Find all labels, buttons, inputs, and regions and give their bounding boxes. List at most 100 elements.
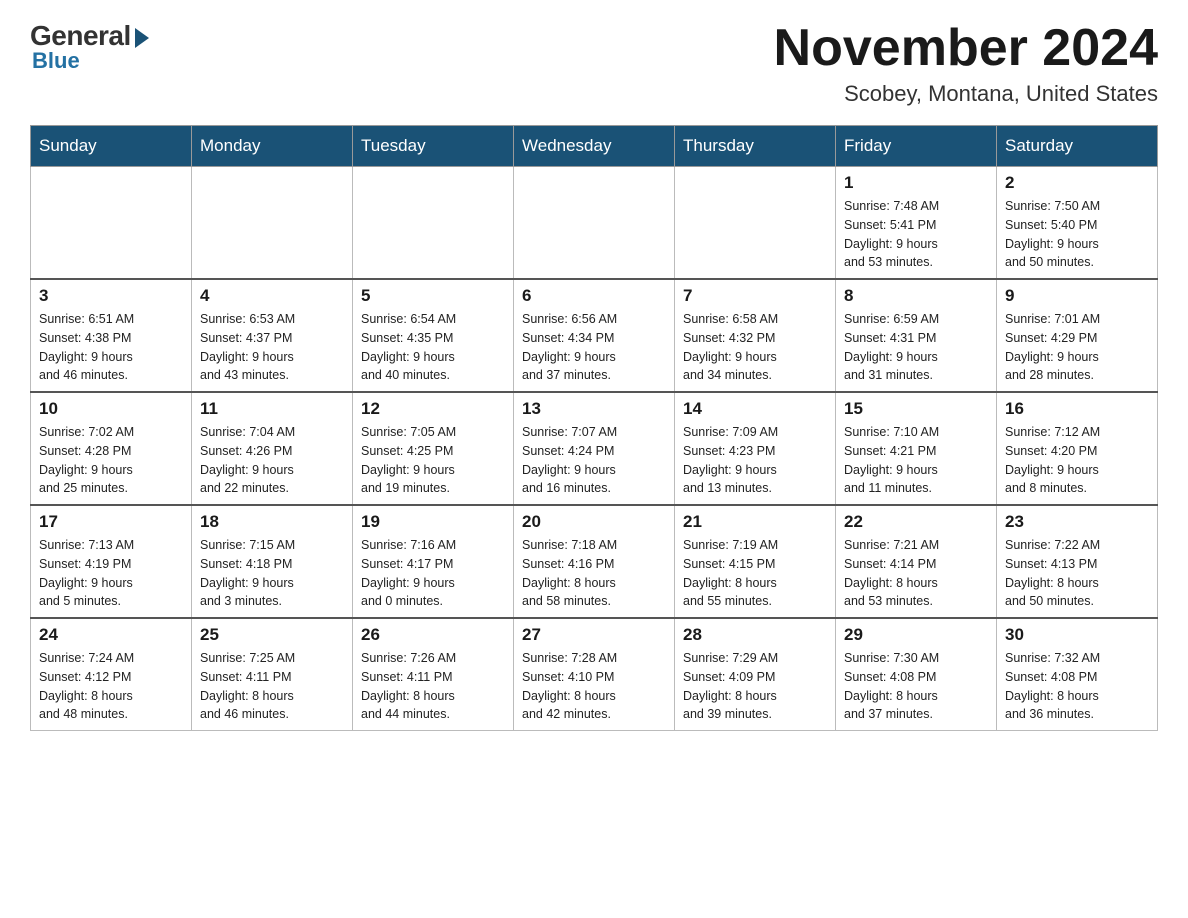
weekday-header: Thursday: [675, 126, 836, 167]
calendar-cell: 25 Sunrise: 7:25 AM Sunset: 4:11 PM Dayli…: [192, 618, 353, 731]
day-number: 16: [1005, 399, 1149, 419]
day-number: 19: [361, 512, 505, 532]
calendar-cell: 21Sunrise: 7:19 AM Sunset: 4:15 PM Dayli…: [675, 505, 836, 618]
day-info: Sunrise: 7:48 AM Sunset: 5:41 PM Dayligh…: [844, 197, 988, 272]
calendar-cell: 19Sunrise: 7:16 AM Sunset: 4:17 PM Dayli…: [353, 505, 514, 618]
day-number: 26: [361, 625, 505, 645]
day-number: 11: [200, 399, 344, 419]
day-number: 22: [844, 512, 988, 532]
calendar-cell: 17 Sunrise: 7:13 AM Sunset: 4:19 PM Dayli…: [31, 505, 192, 618]
day-number: 28: [683, 625, 827, 645]
day-number: 1: [844, 173, 988, 193]
calendar-cell: 6 Sunrise: 6:56 AM Sunset: 4:34 PM Daylig…: [514, 279, 675, 392]
day-info: Sunrise: 6:56 AM Sunset: 4:34 PM Dayligh…: [522, 310, 666, 385]
day-info: Sunrise: 7:09 AM Sunset: 4:23 PM Dayligh…: [683, 423, 827, 498]
day-number: 24: [39, 625, 183, 645]
day-info: Sunrise: 6:53 AM Sunset: 4:37 PM Dayligh…: [200, 310, 344, 385]
calendar-cell: 9Sunrise: 7:01 AM Sunset: 4:29 PM Daylig…: [997, 279, 1158, 392]
day-info: Sunrise: 7:32 AM Sunset: 4:08 PM Dayligh…: [1005, 649, 1149, 724]
calendar-cell: 20 Sunrise: 7:18 AM Sunset: 4:16 PM Dayli…: [514, 505, 675, 618]
day-info: Sunrise: 7:29 AM Sunset: 4:09 PM Dayligh…: [683, 649, 827, 724]
calendar-cell: 26Sunrise: 7:26 AM Sunset: 4:11 PM Dayli…: [353, 618, 514, 731]
day-number: 12: [361, 399, 505, 419]
day-info: Sunrise: 7:25 AM Sunset: 4:11 PM Dayligh…: [200, 649, 344, 724]
day-info: Sunrise: 7:10 AM Sunset: 4:21 PM Dayligh…: [844, 423, 988, 498]
weekday-header: Wednesday: [514, 126, 675, 167]
day-number: 15: [844, 399, 988, 419]
calendar-cell: 8Sunrise: 6:59 AM Sunset: 4:31 PM Daylig…: [836, 279, 997, 392]
day-info: Sunrise: 7:13 AM Sunset: 4:19 PM Dayligh…: [39, 536, 183, 611]
day-number: 29: [844, 625, 988, 645]
day-info: Sunrise: 7:05 AM Sunset: 4:25 PM Dayligh…: [361, 423, 505, 498]
day-info: Sunrise: 7:18 AM Sunset: 4:16 PM Dayligh…: [522, 536, 666, 611]
day-info: Sunrise: 7:07 AM Sunset: 4:24 PM Dayligh…: [522, 423, 666, 498]
calendar-cell: 30 Sunrise: 7:32 AM Sunset: 4:08 PM Dayli…: [997, 618, 1158, 731]
logo: General Blue: [30, 20, 149, 74]
day-info: Sunrise: 7:28 AM Sunset: 4:10 PM Dayligh…: [522, 649, 666, 724]
calendar-cell: [31, 167, 192, 280]
day-number: 20: [522, 512, 666, 532]
calendar-cell: 12 Sunrise: 7:05 AM Sunset: 4:25 PM Dayli…: [353, 392, 514, 505]
day-info: Sunrise: 7:50 AM Sunset: 5:40 PM Dayligh…: [1005, 197, 1149, 272]
calendar-cell: [353, 167, 514, 280]
day-number: 6: [522, 286, 666, 306]
calendar-cell: 13 Sunrise: 7:07 AM Sunset: 4:24 PM Dayli…: [514, 392, 675, 505]
day-number: 9: [1005, 286, 1149, 306]
calendar-cell: [514, 167, 675, 280]
day-number: 3: [39, 286, 183, 306]
day-number: 4: [200, 286, 344, 306]
logo-arrow-icon: [135, 28, 149, 48]
calendar-week-row: 17 Sunrise: 7:13 AM Sunset: 4:19 PM Dayli…: [31, 505, 1158, 618]
weekday-header: Tuesday: [353, 126, 514, 167]
calendar-header-row: SundayMondayTuesdayWednesdayThursdayFrid…: [31, 126, 1158, 167]
day-info: Sunrise: 7:24 AM Sunset: 4:12 PM Dayligh…: [39, 649, 183, 724]
weekday-header: Saturday: [997, 126, 1158, 167]
calendar-cell: 28 Sunrise: 7:29 AM Sunset: 4:09 PM Dayli…: [675, 618, 836, 731]
weekday-header: Friday: [836, 126, 997, 167]
calendar-cell: 15 Sunrise: 7:10 AM Sunset: 4:21 PM Dayli…: [836, 392, 997, 505]
calendar-cell: 3 Sunrise: 6:51 AM Sunset: 4:38 PM Daylig…: [31, 279, 192, 392]
calendar-cell: 11 Sunrise: 7:04 AM Sunset: 4:26 PM Dayli…: [192, 392, 353, 505]
calendar-cell: 23Sunrise: 7:22 AM Sunset: 4:13 PM Dayli…: [997, 505, 1158, 618]
calendar-cell: 16 Sunrise: 7:12 AM Sunset: 4:20 PM Dayli…: [997, 392, 1158, 505]
day-info: Sunrise: 7:04 AM Sunset: 4:26 PM Dayligh…: [200, 423, 344, 498]
day-number: 27: [522, 625, 666, 645]
day-number: 14: [683, 399, 827, 419]
day-number: 5: [361, 286, 505, 306]
calendar-cell: 1 Sunrise: 7:48 AM Sunset: 5:41 PM Daylig…: [836, 167, 997, 280]
calendar-cell: 22 Sunrise: 7:21 AM Sunset: 4:14 PM Dayli…: [836, 505, 997, 618]
calendar-cell: [675, 167, 836, 280]
calendar-cell: 4 Sunrise: 6:53 AM Sunset: 4:37 PM Daylig…: [192, 279, 353, 392]
day-number: 30: [1005, 625, 1149, 645]
calendar-cell: 27 Sunrise: 7:28 AM Sunset: 4:10 PM Dayli…: [514, 618, 675, 731]
day-number: 2: [1005, 173, 1149, 193]
calendar-cell: 14 Sunrise: 7:09 AM Sunset: 4:23 PM Dayli…: [675, 392, 836, 505]
day-info: Sunrise: 6:51 AM Sunset: 4:38 PM Dayligh…: [39, 310, 183, 385]
day-info: Sunrise: 7:21 AM Sunset: 4:14 PM Dayligh…: [844, 536, 988, 611]
calendar-week-row: 10 Sunrise: 7:02 AM Sunset: 4:28 PM Dayli…: [31, 392, 1158, 505]
day-number: 25: [200, 625, 344, 645]
day-number: 8: [844, 286, 988, 306]
day-number: 10: [39, 399, 183, 419]
day-number: 21: [683, 512, 827, 532]
day-number: 17: [39, 512, 183, 532]
day-number: 23: [1005, 512, 1149, 532]
weekday-header: Sunday: [31, 126, 192, 167]
day-info: Sunrise: 7:12 AM Sunset: 4:20 PM Dayligh…: [1005, 423, 1149, 498]
calendar-week-row: 1 Sunrise: 7:48 AM Sunset: 5:41 PM Daylig…: [31, 167, 1158, 280]
title-area: November 2024 Scobey, Montana, United St…: [774, 20, 1158, 107]
day-info: Sunrise: 6:54 AM Sunset: 4:35 PM Dayligh…: [361, 310, 505, 385]
calendar-week-row: 24 Sunrise: 7:24 AM Sunset: 4:12 PM Dayli…: [31, 618, 1158, 731]
day-number: 7: [683, 286, 827, 306]
day-info: Sunrise: 7:02 AM Sunset: 4:28 PM Dayligh…: [39, 423, 183, 498]
calendar-cell: 2 Sunrise: 7:50 AM Sunset: 5:40 PM Daylig…: [997, 167, 1158, 280]
calendar-cell: 10 Sunrise: 7:02 AM Sunset: 4:28 PM Dayli…: [31, 392, 192, 505]
day-number: 13: [522, 399, 666, 419]
month-title: November 2024: [774, 20, 1158, 77]
weekday-header: Monday: [192, 126, 353, 167]
page-header: General Blue November 2024 Scobey, Monta…: [30, 20, 1158, 107]
location-title: Scobey, Montana, United States: [774, 81, 1158, 107]
logo-blue-text: Blue: [32, 48, 80, 74]
calendar-cell: 18Sunrise: 7:15 AM Sunset: 4:18 PM Dayli…: [192, 505, 353, 618]
day-number: 18: [200, 512, 344, 532]
